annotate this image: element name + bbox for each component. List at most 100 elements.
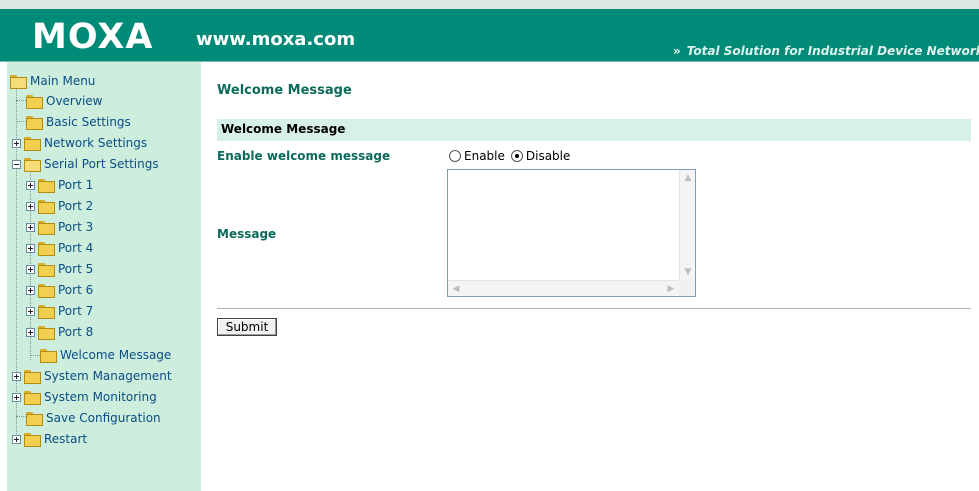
- sidebar-item-label: Port 1: [58, 178, 94, 192]
- sidebar-item-label: Port 5: [58, 262, 94, 276]
- expand-plus-icon[interactable]: [26, 306, 35, 316]
- message-label: Message: [217, 227, 277, 241]
- sidebar-item-port-4[interactable]: Port 4: [26, 238, 93, 258]
- message-textarea[interactable]: ▲ ▼ ◀ ▶: [447, 169, 696, 297]
- folder-icon: [38, 221, 55, 235]
- header-top-strip: [0, 0, 979, 9]
- section-header: Welcome Message: [217, 119, 971, 141]
- enable-radio-group: Enable Disable: [449, 149, 576, 163]
- expand-plus-icon[interactable]: [26, 264, 35, 274]
- folder-icon: [26, 116, 43, 130]
- folder-icon: [24, 391, 41, 405]
- expand-plus-icon[interactable]: [26, 180, 35, 190]
- folder-icon: [26, 412, 43, 426]
- sidebar-item-label: Restart: [44, 432, 88, 446]
- folder-icon: [26, 95, 43, 109]
- sidebar-item-overview[interactable]: Overview: [26, 91, 103, 111]
- folder-icon: [24, 433, 41, 447]
- tree-connector: [30, 355, 40, 356]
- main-content: Welcome Message Welcome Message Enable w…: [201, 62, 979, 491]
- sidebar-item-main-menu[interactable]: Main Menu: [10, 71, 95, 91]
- expand-plus-icon[interactable]: [12, 434, 21, 444]
- folder-icon: [24, 370, 41, 384]
- disable-radio-label[interactable]: Disable: [526, 149, 571, 163]
- tree-connector: [16, 416, 26, 417]
- sidebar-item-label: Port 7: [58, 304, 94, 318]
- tree-connector: [16, 121, 26, 122]
- scroll-left-icon[interactable]: ◀: [449, 282, 463, 296]
- expand-plus-icon[interactable]: [26, 327, 35, 337]
- collapse-minus-icon[interactable]: [12, 159, 21, 169]
- sidebar-item-basic-settings[interactable]: Basic Settings: [26, 112, 131, 132]
- sidebar-menu: Main Menu Overview Basic Settings Networ…: [5, 62, 201, 491]
- sidebar-item-port-1[interactable]: Port 1: [26, 175, 93, 195]
- sidebar-item-label: Save Configuration: [46, 411, 161, 425]
- folder-icon: [38, 305, 55, 319]
- sidebar-item-save-configuration[interactable]: Save Configuration: [26, 408, 161, 428]
- sidebar-item-welcome-message[interactable]: Welcome Message: [40, 345, 171, 365]
- enable-radio-label[interactable]: Enable: [464, 149, 505, 163]
- sidebar-edge: [5, 62, 7, 491]
- sidebar-item-port-5[interactable]: Port 5: [26, 259, 93, 279]
- folder-open-icon: [24, 158, 41, 172]
- folder-icon: [38, 263, 55, 277]
- sidebar-item-system-management[interactable]: System Management: [12, 366, 172, 386]
- sidebar-item-label: Port 8: [58, 325, 94, 339]
- vertical-scrollbar[interactable]: ▲ ▼: [679, 170, 695, 280]
- scroll-right-icon[interactable]: ▶: [664, 282, 678, 296]
- scrollbar-corner: [679, 280, 695, 296]
- horizontal-scrollbar[interactable]: ◀ ▶: [448, 280, 679, 296]
- sidebar-item-serial-port-settings[interactable]: Serial Port Settings: [12, 154, 159, 174]
- sidebar-item-label: Main Menu: [30, 74, 96, 88]
- sidebar-item-network-settings[interactable]: Network Settings: [12, 133, 147, 153]
- site-url: www.moxa.com: [196, 29, 356, 50]
- sidebar-item-label: Network Settings: [44, 136, 148, 150]
- folder-icon: [24, 137, 41, 151]
- form-divider: [217, 308, 971, 309]
- expand-plus-icon[interactable]: [12, 138, 21, 148]
- sidebar-item-port-8[interactable]: Port 8: [26, 322, 93, 342]
- expand-plus-icon[interactable]: [26, 243, 35, 253]
- expand-plus-icon[interactable]: [26, 222, 35, 232]
- expand-plus-icon[interactable]: [12, 371, 21, 381]
- disable-radio[interactable]: [510, 150, 523, 162]
- folder-icon: [38, 179, 55, 193]
- expand-plus-icon[interactable]: [12, 392, 21, 402]
- section-header-label: Welcome Message: [221, 122, 346, 136]
- scroll-up-icon[interactable]: ▲: [681, 171, 695, 185]
- sidebar-item-label: Overview: [46, 94, 103, 108]
- sidebar-item-port-3[interactable]: Port 3: [26, 217, 93, 237]
- folder-icon: [38, 284, 55, 298]
- folder-icon: [38, 200, 55, 214]
- double-chevron-icon: »: [673, 44, 681, 58]
- enable-welcome-message-label: Enable welcome message: [217, 149, 391, 163]
- sidebar-item-restart[interactable]: Restart: [12, 429, 87, 449]
- folder-icon: [40, 349, 57, 363]
- sidebar-item-label: Port 4: [58, 241, 94, 255]
- folder-icon: [38, 326, 55, 340]
- sidebar-item-label: System Management: [44, 369, 172, 383]
- sidebar-item-label: Port 2: [58, 199, 94, 213]
- sidebar-item-label: Port 3: [58, 220, 94, 234]
- tree-connector: [16, 100, 26, 101]
- sidebar-item-label: Port 6: [58, 283, 94, 297]
- expand-plus-icon[interactable]: [26, 201, 35, 211]
- sidebar-item-system-monitoring[interactable]: System Monitoring: [12, 387, 157, 407]
- sidebar-item-port-2[interactable]: Port 2: [26, 196, 93, 216]
- header-tagline: » Total Solution for Industrial Device Ne…: [673, 44, 979, 58]
- submit-button[interactable]: Submit: [217, 318, 277, 336]
- expand-plus-icon[interactable]: [26, 285, 35, 295]
- folder-icon: [38, 242, 55, 256]
- moxa-logo: MOXA: [32, 17, 154, 57]
- sidebar-item-port-7[interactable]: Port 7: [26, 301, 93, 321]
- sidebar-item-label: Serial Port Settings: [44, 157, 159, 171]
- sidebar-item-label: System Monitoring: [44, 390, 157, 404]
- enable-radio[interactable]: [449, 150, 461, 162]
- header-banner: MOXA www.moxa.com » Total Solution for In…: [0, 0, 979, 62]
- page-title: Welcome Message: [217, 83, 352, 98]
- tagline-text: Total Solution for Industrial Device Net…: [686, 44, 979, 58]
- scroll-down-icon[interactable]: ▼: [681, 265, 695, 279]
- folder-open-icon: [10, 75, 27, 89]
- sidebar-item-label: Welcome Message: [60, 348, 172, 362]
- sidebar-item-port-6[interactable]: Port 6: [26, 280, 93, 300]
